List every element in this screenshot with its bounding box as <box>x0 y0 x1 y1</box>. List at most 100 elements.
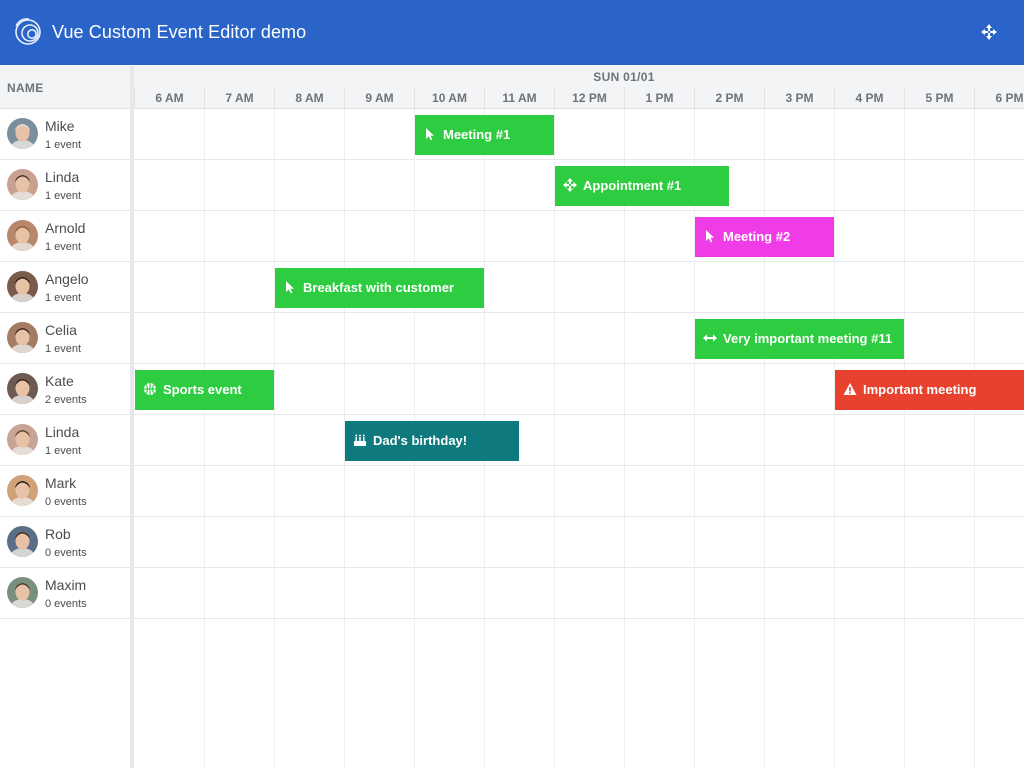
event-title: Very important meeting #11 <box>723 331 893 346</box>
time-axis-header: SUN 01/01 6 AM 7 AM 8 AM 9 AM 10 AM 11 AM 12 P… <box>134 66 1024 109</box>
event-bar[interactable]: Very important meeting #11 <box>695 319 904 359</box>
logo-icon <box>15 18 41 45</box>
avatar <box>7 271 38 302</box>
resource-event-count: 1 event <box>45 343 82 355</box>
grid-horizontal-line <box>134 210 1024 211</box>
event-bar[interactable]: Meeting #1 <box>415 115 554 155</box>
event-bar[interactable]: Meeting #2 <box>695 217 834 257</box>
grid-horizontal-line <box>134 159 1024 160</box>
pointer-icon <box>423 127 437 141</box>
avatar <box>7 475 38 506</box>
resource-row[interactable]: Linda 1 event <box>0 415 130 466</box>
avatar <box>7 322 38 353</box>
move-icon <box>563 178 577 193</box>
event-bar[interactable]: Breakfast with customer <box>275 268 484 308</box>
name-column-header[interactable]: NAME <box>0 66 130 109</box>
name-column-label: NAME <box>7 81 44 95</box>
date-label: SUN 01/01 <box>593 70 655 84</box>
hour-label: 8 AM <box>274 87 344 108</box>
resource-row[interactable]: Linda 1 event <box>0 160 130 211</box>
grid-horizontal-line <box>134 567 1024 568</box>
grid-horizontal-line <box>134 465 1024 466</box>
grid-vertical-line <box>204 109 205 768</box>
resource-row[interactable]: Maxim 0 events <box>0 568 130 619</box>
event-bar[interactable]: Important meeting <box>835 370 1024 410</box>
avatar <box>7 577 38 608</box>
avatar <box>7 169 38 200</box>
resource-name: Rob <box>45 526 71 542</box>
resource-name: Mark <box>45 475 77 491</box>
grid-vertical-line <box>274 109 275 768</box>
resource-event-count: 1 event <box>45 241 82 253</box>
grid-vertical-line <box>904 109 905 768</box>
avatar <box>7 424 38 455</box>
basketball-icon <box>143 382 157 396</box>
grid-horizontal-line <box>134 516 1024 517</box>
event-title: Appointment #1 <box>583 178 682 193</box>
grid-vertical-line <box>694 109 695 768</box>
grid-vertical-line <box>974 109 975 768</box>
grid-vertical-line <box>624 109 625 768</box>
event-bar[interactable]: Dad's birthday! <box>345 421 519 461</box>
event-title: Sports event <box>163 382 242 397</box>
resource-name: Angelo <box>45 271 89 287</box>
app-header: Vue Custom Event Editor demo <box>0 0 1024 65</box>
grid-horizontal-line <box>134 363 1024 364</box>
event-title: Meeting #1 <box>443 127 511 142</box>
resource-name: Mike <box>45 118 75 134</box>
resource-name: Arnold <box>45 220 86 236</box>
resource-row[interactable]: Rob 0 events <box>0 517 130 568</box>
event-bar[interactable]: Sports event <box>135 370 274 410</box>
resource-name: Linda <box>45 424 80 440</box>
hour-label: 1 PM <box>624 87 694 108</box>
resource-name: Maxim <box>45 577 87 593</box>
grid-horizontal-line <box>134 261 1024 262</box>
hour-label: 4 PM <box>834 87 904 108</box>
schedule-grid[interactable]: Meeting #1 Appointment #1 Meeting #2 Breakf… <box>134 109 1024 768</box>
resource-name: Celia <box>45 322 77 338</box>
grid-horizontal-line <box>134 618 1024 619</box>
resource-row[interactable]: Arnold 1 event <box>0 211 130 262</box>
hour-label: 6 AM <box>134 87 204 108</box>
grid-vertical-line <box>554 109 555 768</box>
avatar <box>7 118 38 149</box>
hour-label: 6 PM <box>974 87 1024 108</box>
event-bar[interactable]: Appointment #1 <box>555 166 729 206</box>
resize-arrows-icon <box>703 331 717 345</box>
avatar <box>7 220 38 251</box>
resource-row[interactable]: Angelo 1 event <box>0 262 130 313</box>
hour-label: 3 PM <box>764 87 834 108</box>
birthday-cake-icon <box>353 433 367 447</box>
resource-event-count: 0 events <box>45 598 87 610</box>
event-title: Important meeting <box>863 382 977 397</box>
hour-label: 5 PM <box>904 87 974 108</box>
fullscreen-move-icon[interactable] <box>978 21 1000 43</box>
hour-label: 11 AM <box>484 87 554 108</box>
resource-row[interactable]: Mike 1 event <box>0 109 130 160</box>
resource-event-count: 1 event <box>45 292 82 304</box>
grid-horizontal-line <box>134 414 1024 415</box>
resource-name: Kate <box>45 373 74 389</box>
resource-event-count: 0 events <box>45 547 87 559</box>
hour-label: 9 AM <box>344 87 414 108</box>
resource-event-count: 1 event <box>45 190 82 202</box>
resource-event-count: 2 events <box>45 394 87 406</box>
warning-icon <box>843 382 857 396</box>
pointer-icon <box>283 280 297 294</box>
hour-label: 7 AM <box>204 87 274 108</box>
resource-row[interactable]: Kate 2 events <box>0 364 130 415</box>
hour-label: 12 PM <box>554 87 624 108</box>
avatar <box>7 373 38 404</box>
hour-label: 10 AM <box>414 87 484 108</box>
event-title: Breakfast with customer <box>303 280 454 295</box>
hour-label: 2 PM <box>694 87 764 108</box>
grid-horizontal-line <box>134 312 1024 313</box>
resource-name: Linda <box>45 169 80 185</box>
pointer-icon <box>703 229 717 243</box>
resource-event-count: 1 event <box>45 139 82 151</box>
resource-event-count: 0 events <box>45 496 87 508</box>
resource-row[interactable]: Mark 0 events <box>0 466 130 517</box>
resource-row[interactable]: Celia 1 event <box>0 313 130 364</box>
event-title: Meeting #2 <box>723 229 791 244</box>
grid-vertical-line <box>764 109 765 768</box>
